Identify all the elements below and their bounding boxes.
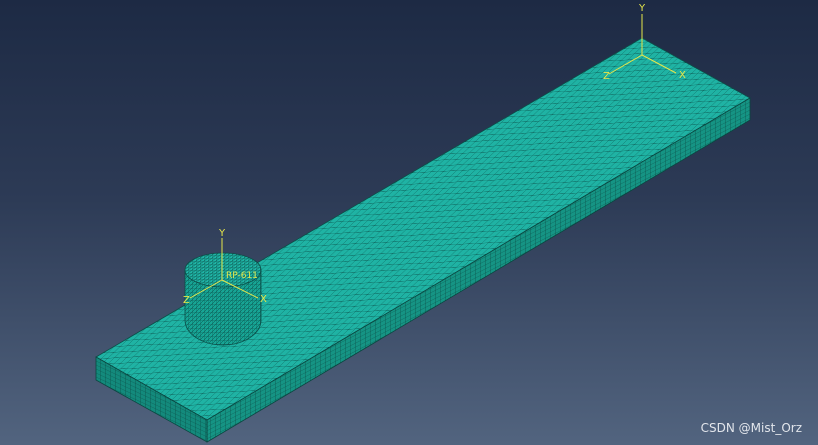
watermark: CSDN @Mist_Orz [700,421,802,435]
triad-cylinder-x-label: X [260,294,267,305]
cylinder-top [184,252,262,288]
triad-plate-x-label: X [679,70,686,81]
mesh-scene[interactable]: Y X Z Y X Z RP-611 [0,0,818,445]
triad-cylinder-z-label: Z [183,295,190,306]
triad-plate-z-label: Z [603,71,610,82]
triad-plate-y-label: Y [638,3,646,14]
mesh-cylinder [184,252,262,346]
reference-point-label: RP-611 [226,271,258,281]
plate-top-face [95,37,751,421]
triad-cylinder-y-label: Y [218,228,226,239]
abaqus-viewport[interactable]: Y X Z Y X Z RP-611 CSDN @Mist_Orz [0,0,818,445]
